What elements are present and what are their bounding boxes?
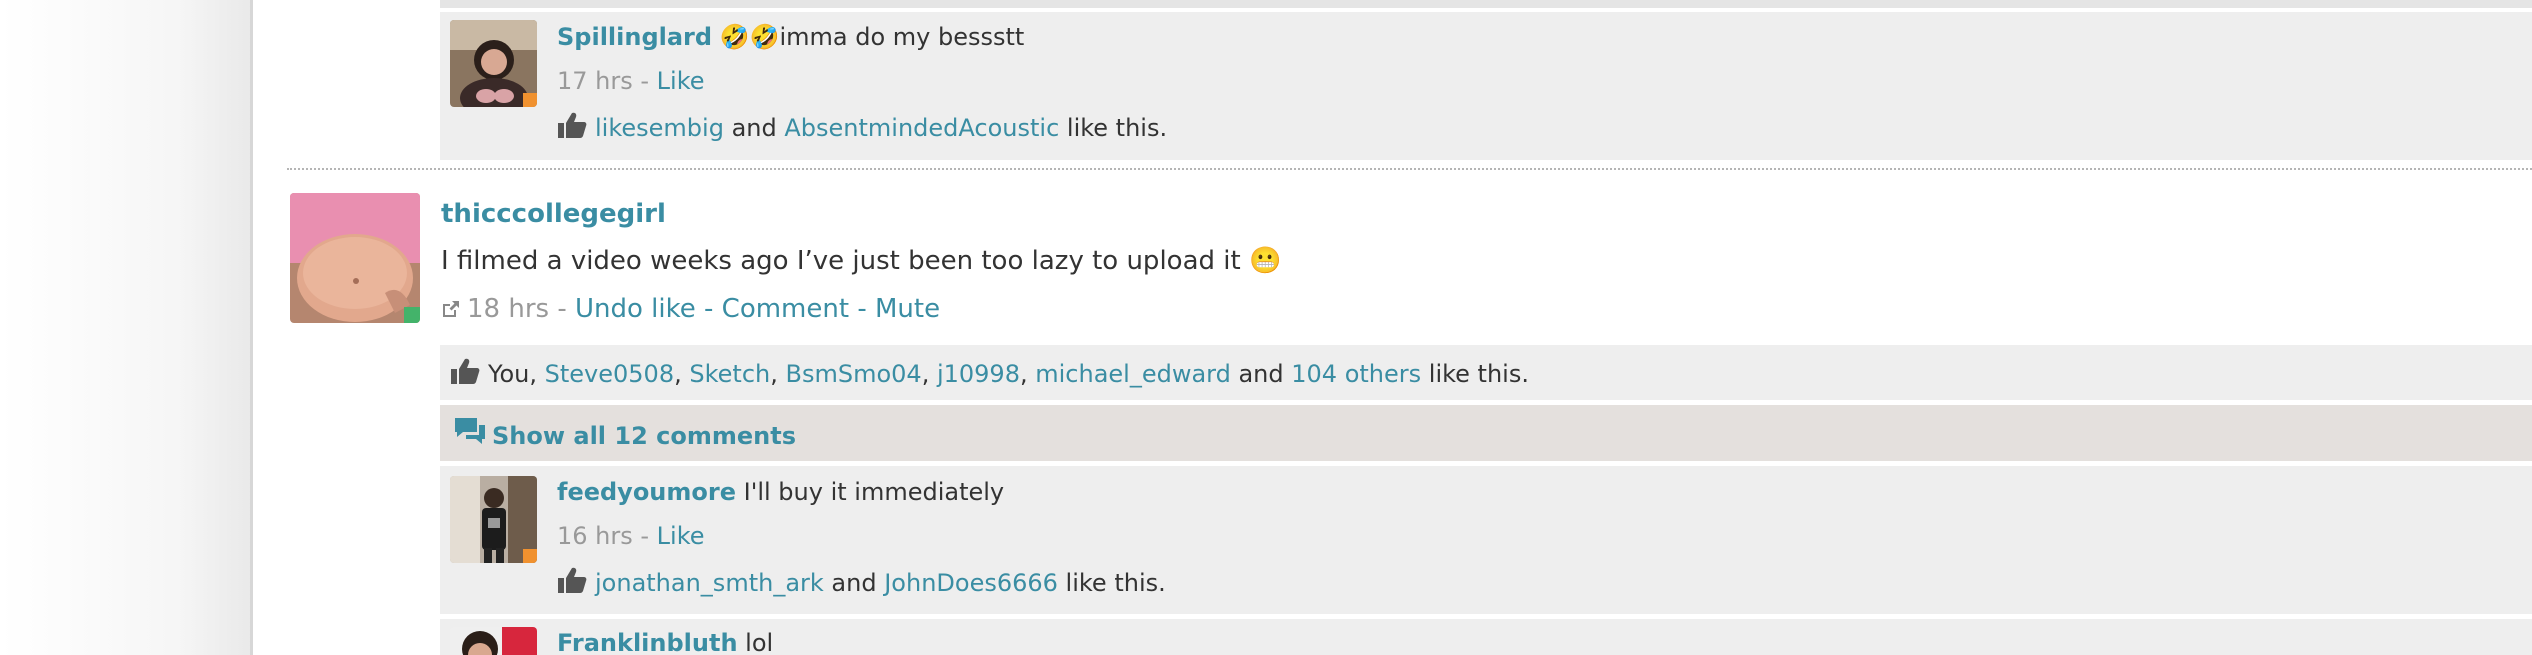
undo-like-button[interactable]: Undo like: [575, 294, 696, 324]
post-likes: You, Steve0508, Sketch, BsmSmo04, j10998…: [450, 357, 1529, 391]
comment-time[interactable]: 16 hrs: [557, 522, 633, 550]
comment-meta: 17 hrs - Like: [557, 67, 705, 95]
mute-button[interactable]: Mute: [875, 294, 940, 324]
post-divider: [287, 168, 2532, 170]
page: Spillinglard 🤣🤣imma do my bessstt 17 hrs…: [0, 0, 2532, 655]
comment-item: Spillinglard 🤣🤣imma do my bessstt 17 hrs…: [440, 12, 2532, 160]
liker-link[interactable]: Steve0508: [545, 360, 674, 388]
you-liked: You: [488, 360, 530, 388]
comment-text: lol: [737, 629, 774, 655]
liker-link[interactable]: JohnDoes6666: [884, 569, 1058, 597]
content-edge: [250, 0, 253, 655]
liker-link[interactable]: likesembig: [595, 114, 724, 142]
avatar-photo: [450, 627, 537, 655]
like-suffix: like this.: [1057, 569, 1166, 597]
left-gutter: [0, 0, 252, 655]
post-body: I filmed a video weeks ago I’ve just bee…: [441, 246, 1282, 276]
like-button[interactable]: Like: [657, 522, 705, 550]
previous-comment-edge: [440, 0, 2532, 8]
liker-link[interactable]: Sketch: [689, 360, 770, 388]
others-link[interactable]: 104 others: [1291, 360, 1421, 388]
comment-username[interactable]: Spillinglard: [557, 23, 712, 51]
external-link-icon[interactable]: [441, 296, 461, 326]
avatar[interactable]: [450, 20, 537, 107]
comment-header: feedyoumore I'll buy it immediately: [557, 478, 1004, 506]
liker-link[interactable]: jonathan_smth_ark: [595, 569, 824, 597]
liker-link[interactable]: AbsentmindedAcoustic: [784, 114, 1059, 142]
separator: -: [632, 67, 657, 95]
comment-header: Spillinglard 🤣🤣imma do my bessstt: [557, 23, 1024, 51]
liker-link[interactable]: michael_edward: [1035, 360, 1231, 388]
comment-item: Franklinbluth lol: [440, 619, 2532, 655]
thumbs-up-icon: [557, 566, 587, 600]
comment-text: I'll buy it immediately: [736, 478, 1005, 506]
show-all-comments-link[interactable]: Show all 12 comments: [492, 422, 796, 450]
separator: -: [632, 522, 657, 550]
like-suffix: like this.: [1421, 360, 1529, 388]
comma: ,: [921, 360, 937, 388]
separator: -: [849, 294, 875, 324]
comment-username[interactable]: Franklinbluth: [557, 629, 738, 655]
like-button[interactable]: Like: [657, 67, 705, 95]
post-avatar[interactable]: [290, 193, 420, 323]
comment-meta: 16 hrs - Like: [557, 522, 705, 550]
avatar-photo: [290, 193, 420, 323]
post-author-line: thicccollegegirl: [441, 199, 666, 229]
comment-button[interactable]: Comment: [722, 294, 849, 324]
comment-username[interactable]: feedyoumore: [557, 478, 736, 506]
comment-text: imma do my bessstt: [779, 23, 1025, 51]
status-indicator: [523, 93, 537, 107]
thumbs-up-icon: [557, 111, 587, 145]
avatar[interactable]: [450, 476, 537, 563]
emoji: 🤣🤣: [719, 23, 780, 51]
comment-likes: jonathan_smth_ark and JohnDoes6666 like …: [557, 566, 1166, 600]
comment-header: Franklinbluth lol: [557, 629, 773, 655]
comment-likes: likesembig and AbsentmindedAcoustic like…: [557, 111, 1167, 145]
and-text: and: [823, 569, 885, 597]
and-text: and: [723, 114, 785, 142]
comma: ,: [770, 360, 786, 388]
liker-link[interactable]: BsmSmo04: [786, 360, 922, 388]
comma: ,: [674, 360, 690, 388]
comments-icon: [454, 417, 486, 453]
comment-item: feedyoumore I'll buy it immediately 16 h…: [440, 466, 2532, 614]
comma: ,: [529, 360, 545, 388]
liker-link[interactable]: j10998: [937, 360, 1020, 388]
avatar[interactable]: [450, 627, 537, 655]
separator: -: [695, 294, 722, 324]
separator: -: [549, 294, 575, 324]
status-indicator: [523, 549, 537, 563]
thumbs-up-icon: [450, 357, 480, 391]
show-all-comments-bar[interactable]: Show all 12 comments: [440, 405, 2532, 461]
comma: ,: [1019, 360, 1036, 388]
post-likes-bar: You, Steve0508, Sketch, BsmSmo04, j10998…: [440, 345, 2532, 400]
online-indicator: [404, 307, 420, 323]
and-text: and: [1230, 360, 1292, 388]
comment-time[interactable]: 17 hrs: [557, 67, 633, 95]
post-author[interactable]: thicccollegegirl: [441, 199, 666, 229]
post-time[interactable]: 18 hrs: [467, 294, 549, 324]
show-all-comments[interactable]: Show all 12 comments: [454, 417, 796, 453]
post-meta: 18 hrs - Undo like - Comment - Mute: [441, 294, 940, 326]
like-suffix: like this.: [1059, 114, 1168, 142]
